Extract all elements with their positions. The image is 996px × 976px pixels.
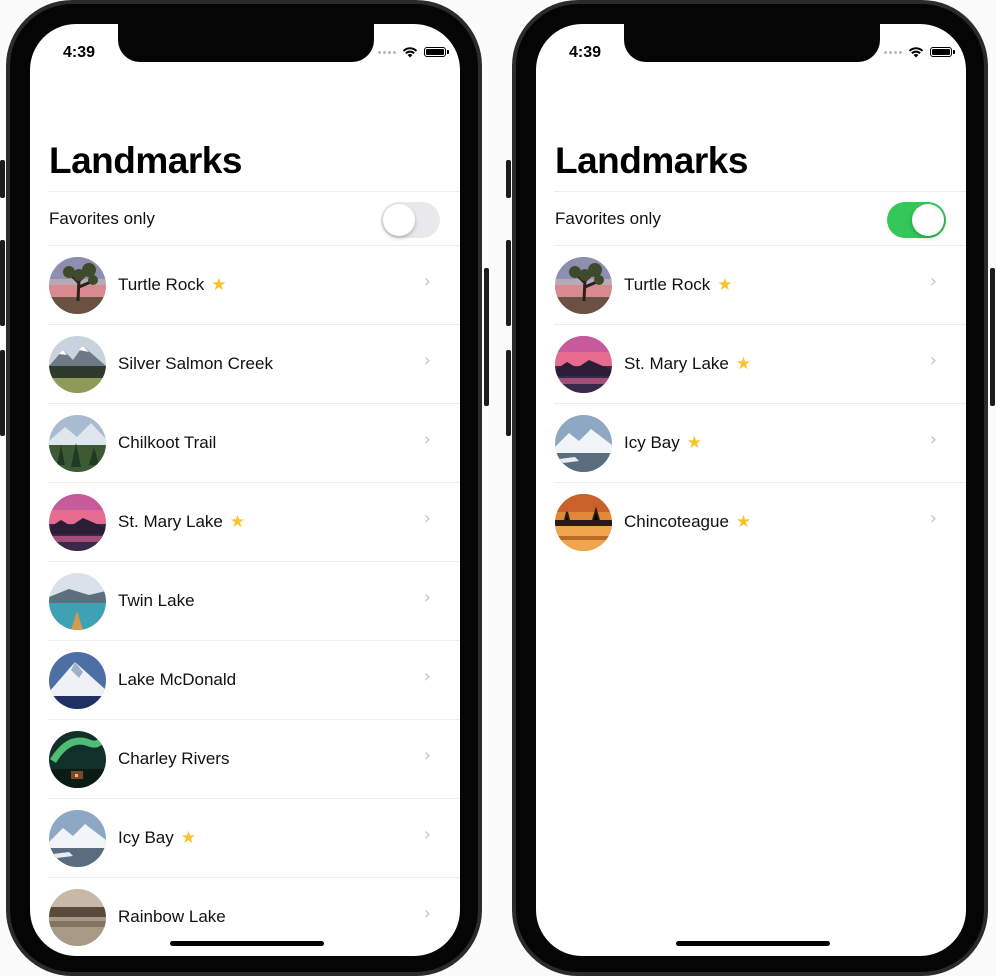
favorites-toggle-label: Favorites only [49,209,155,228]
star-icon: ★ [735,512,752,531]
list-item[interactable]: St. Mary Lake ★ › [554,324,966,403]
wifi-icon [908,47,924,58]
signal-icon [884,50,902,54]
landmark-name: Silver Salmon Creek [118,354,273,373]
landmark-thumbnail [555,336,612,393]
favorites-toggle[interactable] [887,202,946,238]
landmark-list: Favorites only Turtle Rock ★ › St. Mary Lak… [554,191,966,561]
signal-icon [378,50,396,54]
landmark-name: Icy Bay [118,828,174,847]
landmark-name: Charley Rivers [118,749,230,768]
status-time: 4:39 [569,44,602,61]
landmark-thumbnail [49,257,106,314]
favorites-toggle-row: Favorites only [48,191,460,245]
list-item[interactable]: Chincoteague ★ › [554,482,966,561]
landmark-thumbnail [49,415,106,472]
star-icon: ★ [717,275,733,294]
chevron-right-icon: › [423,745,431,766]
landmark-list: Favorites only Turtle Rock ★ › Silver Salmo… [48,191,460,956]
battery-icon [930,47,955,57]
landmark-name: Lake McDonald [118,670,237,689]
landmark-thumbnail [49,731,106,788]
chevron-right-icon: › [929,350,937,371]
chevron-right-icon: › [423,824,431,845]
landmark-thumbnail [49,573,106,630]
star-icon: ★ [735,354,752,373]
list-item[interactable]: Chilkoot Trail › [48,403,460,482]
star-icon: ★ [686,433,702,452]
home-indicator[interactable] [170,941,324,946]
landmark-thumbnail [49,652,106,709]
favorites-toggle[interactable] [381,202,440,238]
list-item[interactable]: Turtle Rock ★ › [48,245,460,324]
chevron-right-icon: › [929,429,937,450]
landmark-thumbnail [555,494,612,551]
chevron-right-icon: › [423,350,431,371]
favorites-toggle-row: Favorites only [554,191,966,245]
chevron-right-icon: › [929,271,937,292]
chevron-right-icon: › [929,508,937,529]
phone-left: 4:39 Landmarks Favorites only Turtle Roc… [0,0,489,976]
list-item[interactable]: St. Mary Lake ★ › [48,482,460,561]
status-time: 4:39 [63,44,96,61]
chevron-right-icon: › [423,587,431,608]
page-title: Landmarks [555,140,748,181]
list-item[interactable]: Icy Bay ★ › [554,403,966,482]
chevron-right-icon: › [423,429,431,450]
landmark-thumbnail [555,415,612,472]
wifi-icon [402,47,418,58]
battery-icon [424,47,449,57]
landmark-name: Turtle Rock [624,275,711,294]
chevron-right-icon: › [423,903,431,924]
chevron-right-icon: › [423,508,431,529]
landmark-thumbnail [49,336,106,393]
star-icon: ★ [180,828,196,847]
list-item[interactable]: Lake McDonald › [48,640,460,719]
landmark-name: Turtle Rock [118,275,205,294]
list-item[interactable]: Charley Rivers › [48,719,460,798]
list-item[interactable]: Icy Bay ★ › [48,798,460,877]
landmark-thumbnail [49,810,106,867]
star-icon: ★ [229,512,246,531]
chevron-right-icon: › [423,271,431,292]
home-indicator[interactable] [676,941,830,946]
landmark-name: St. Mary Lake [118,512,223,531]
star-icon: ★ [211,275,227,294]
landmark-name: Twin Lake [118,591,195,610]
landmark-name: Chilkoot Trail [118,433,217,452]
landmark-name: Chincoteague [624,512,729,531]
page-title: Landmarks [49,140,242,181]
landmark-thumbnail [49,494,106,551]
landmark-name: Rainbow Lake [118,907,226,926]
list-item[interactable]: Twin Lake › [48,561,460,640]
landmark-name: Icy Bay [624,433,680,452]
landmark-thumbnail [49,889,106,946]
notch [624,24,880,62]
favorites-toggle-label: Favorites only [555,209,661,228]
notch [118,24,374,62]
chevron-right-icon: › [423,666,431,687]
landmark-thumbnail [555,257,612,314]
list-item[interactable]: Silver Salmon Creek › [48,324,460,403]
landmark-name: St. Mary Lake [624,354,729,373]
list-item[interactable]: Turtle Rock ★ › [554,245,966,324]
screen-right: 4:39 Landmarks Favorites only Turtle Roc… [536,24,966,956]
phone-right: 4:39 Landmarks Favorites only Turtle Roc… [506,0,995,976]
screen-left: 4:39 Landmarks Favorites only Turtle Roc… [30,24,460,956]
